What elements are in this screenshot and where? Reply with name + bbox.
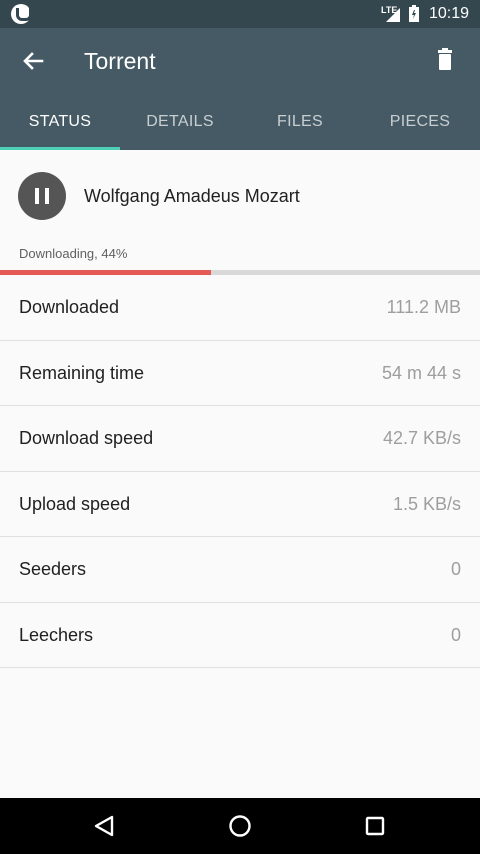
circle-home-icon (229, 815, 251, 837)
stat-label: Seeders (19, 559, 87, 579)
stat-value: 42.7 KB/s (382, 428, 461, 448)
stat-row-download-speed: Download speed 42.7 KB/s (0, 406, 480, 472)
stat-value: 1.5 KB/s (392, 493, 461, 514)
triangle-back-icon (94, 815, 114, 837)
stat-value: 0 (450, 624, 461, 645)
signal-icon (386, 8, 400, 22)
stat-row-downloaded: Downloaded 111.2 MB (0, 275, 480, 341)
stat-value: 54 m 44 s (381, 362, 461, 383)
nav-home-button[interactable] (224, 810, 256, 842)
stat-label: Upload speed (19, 493, 131, 514)
torrent-name: Wolfgang Amadeus Mozart (84, 186, 300, 206)
stat-label: Downloaded (19, 297, 120, 317)
battery-icon (409, 5, 419, 22)
delete-button[interactable] (428, 44, 462, 78)
nav-back-button[interactable] (88, 810, 120, 842)
back-button[interactable] (14, 44, 50, 80)
stat-label: Leechers (19, 624, 94, 645)
nav-recents-button[interactable] (359, 810, 391, 842)
arrow-left-icon (23, 52, 44, 70)
stat-row-seeders: Seeders 0 (0, 537, 480, 603)
tab-pieces[interactable]: PIECES (360, 102, 480, 150)
pause-button[interactable] (18, 172, 66, 220)
stat-value: 0 (450, 559, 461, 579)
stats-list: Downloaded 111.2 MB Remaining time 54 m … (0, 275, 480, 668)
stat-row-remaining-time: Remaining time 54 m 44 s (0, 340, 480, 406)
status-bar: LTE 10:19 (0, 0, 480, 28)
torrent-header: Wolfgang Amadeus Mozart Downloading, 44% (0, 150, 480, 272)
square-recents-icon (365, 816, 385, 836)
download-status: Downloading, 44% (19, 246, 128, 261)
navigation-bar (0, 798, 480, 854)
stat-row-upload-speed: Upload speed 1.5 KB/s (0, 471, 480, 537)
app-bar: Torrent STATUS DETAILS FILES PIECES (0, 28, 480, 150)
trash-icon (438, 48, 452, 70)
clock: 10:19 (429, 5, 470, 22)
tab-files[interactable]: FILES (240, 102, 360, 150)
tab-status[interactable]: STATUS (0, 102, 120, 150)
page-title: Torrent (84, 48, 156, 74)
tab-bar: STATUS DETAILS FILES PIECES (0, 102, 480, 150)
stat-row-leechers: Leechers 0 (0, 602, 480, 668)
stat-label: Download speed (19, 428, 154, 448)
app-notification-icon (11, 4, 32, 24)
stat-label: Remaining time (19, 362, 145, 383)
tab-details[interactable]: DETAILS (120, 102, 240, 150)
stat-value: 111.2 MB (386, 297, 461, 317)
